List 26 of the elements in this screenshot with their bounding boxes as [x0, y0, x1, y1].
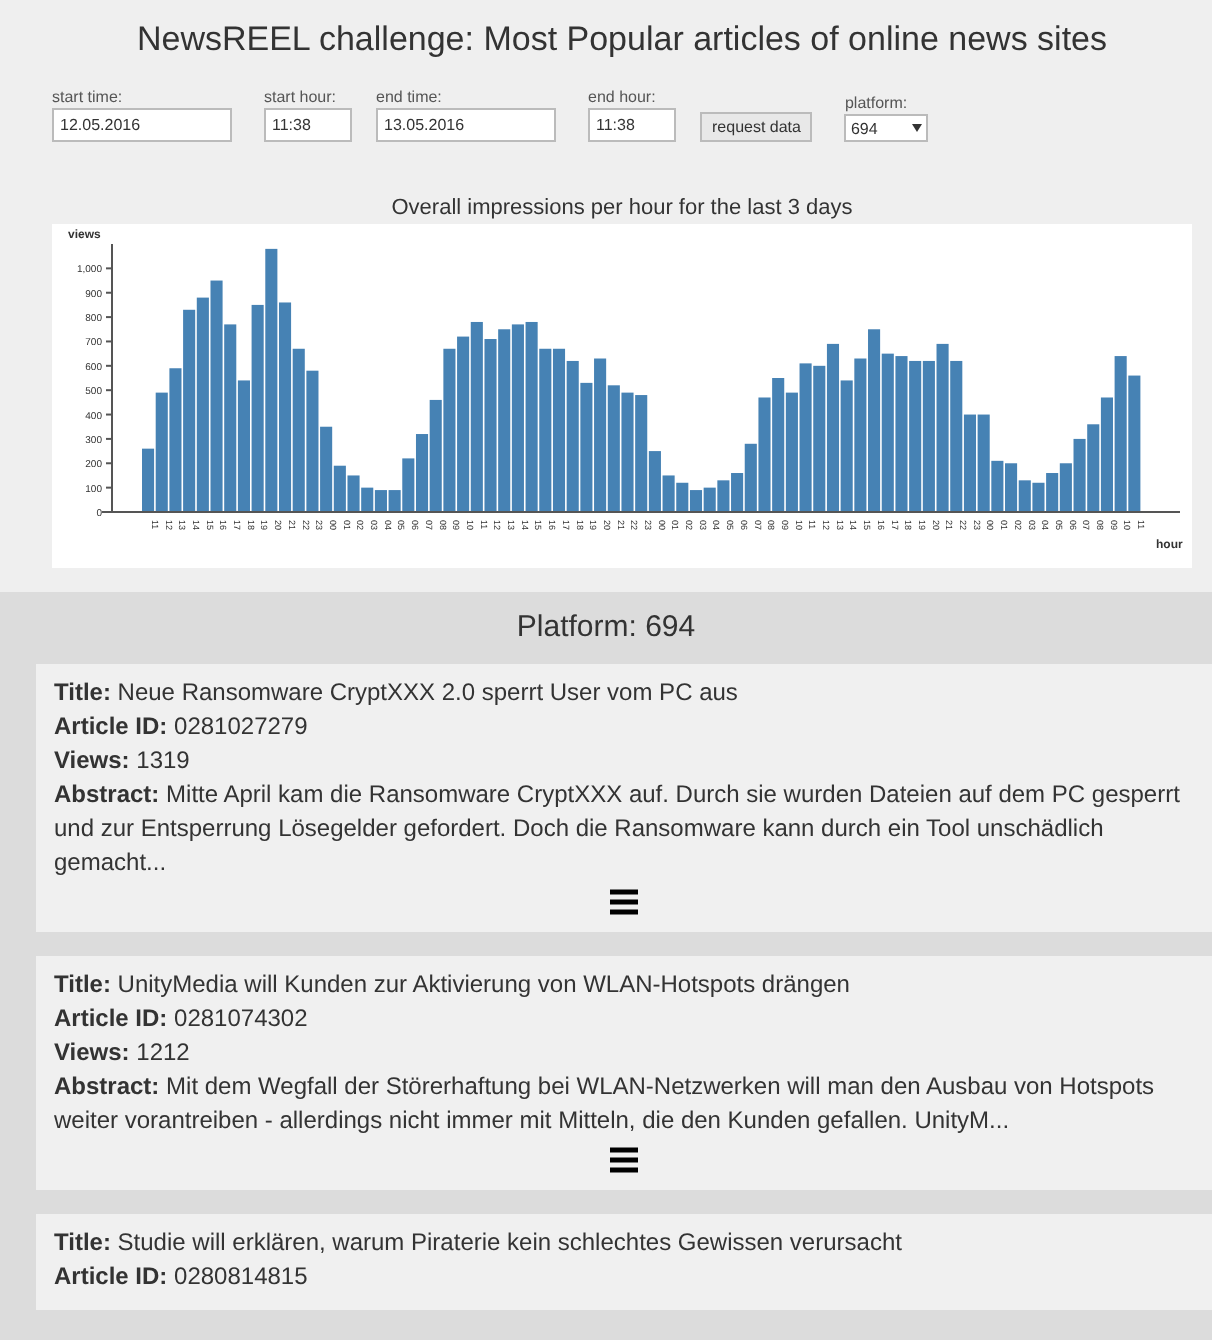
article-field: Article ID: 0281027279: [54, 710, 1192, 744]
article-field: Title: Studie will erklären, warum Piraterie kein schlechtes Gewissen verursacht: [54, 1226, 1192, 1260]
field-label: end time:: [376, 88, 444, 106]
article-field: Article ID: 0281074302: [54, 1002, 1192, 1036]
input-field[interactable]: 11:38: [264, 108, 352, 142]
dropdown-arrow-icon: [912, 124, 923, 132]
input-field[interactable]: 13.05.2016: [376, 108, 556, 142]
field-label: start time:: [52, 88, 125, 106]
article-field: Views: 1212: [54, 1036, 1192, 1070]
chart-title: Overall impressions per hour for the last 3 days: [389, 196, 855, 220]
field-label: platform:: [844, 94, 910, 112]
article-field: Title: Neue Ransomware CryptXXX 2.0 sperrt User vom PC aus: [54, 676, 1192, 710]
field-label: start hour:: [264, 88, 339, 106]
input-field[interactable]: 12.05.2016: [52, 108, 232, 142]
page-title: NewsREEL challenge: Most Popular articles of online news sites: [134, 20, 1110, 60]
field-label: end hour:: [588, 88, 658, 106]
input-field[interactable]: 11:38: [588, 108, 676, 142]
article-field: Abstract: Mit dem Wegfall der Störerhaftung bei WLAN-Netzwerken will man den Ausbau von Hotspots weiter vorantreiben - allerdings nicht immer mit Mitteln, die den Kunden gefallen. UnityM...: [54, 1070, 1192, 1138]
request-data-button[interactable]: request data: [700, 112, 813, 142]
menu-icon[interactable]: [607, 1146, 639, 1174]
menu-icon[interactable]: [607, 888, 639, 916]
article-field: Abstract: Mitte April kam die Ransomware CryptXXX auf. Durch sie wurden Dateien auf dem PC gesperrt und zur Entsperrung Lösegelder gefordert. Doch die Ransomware kann durch ein Tool unschädlich gemacht...: [54, 778, 1192, 880]
article-field: Title: UnityMedia will Kunden zur Aktivierung von WLAN-Hotspots drängen: [54, 968, 1192, 1002]
article-field: Article ID: 0280814815: [54, 1260, 1192, 1294]
platform-select[interactable]: 694: [844, 114, 929, 142]
article-field: Views: 1319: [54, 744, 1192, 778]
